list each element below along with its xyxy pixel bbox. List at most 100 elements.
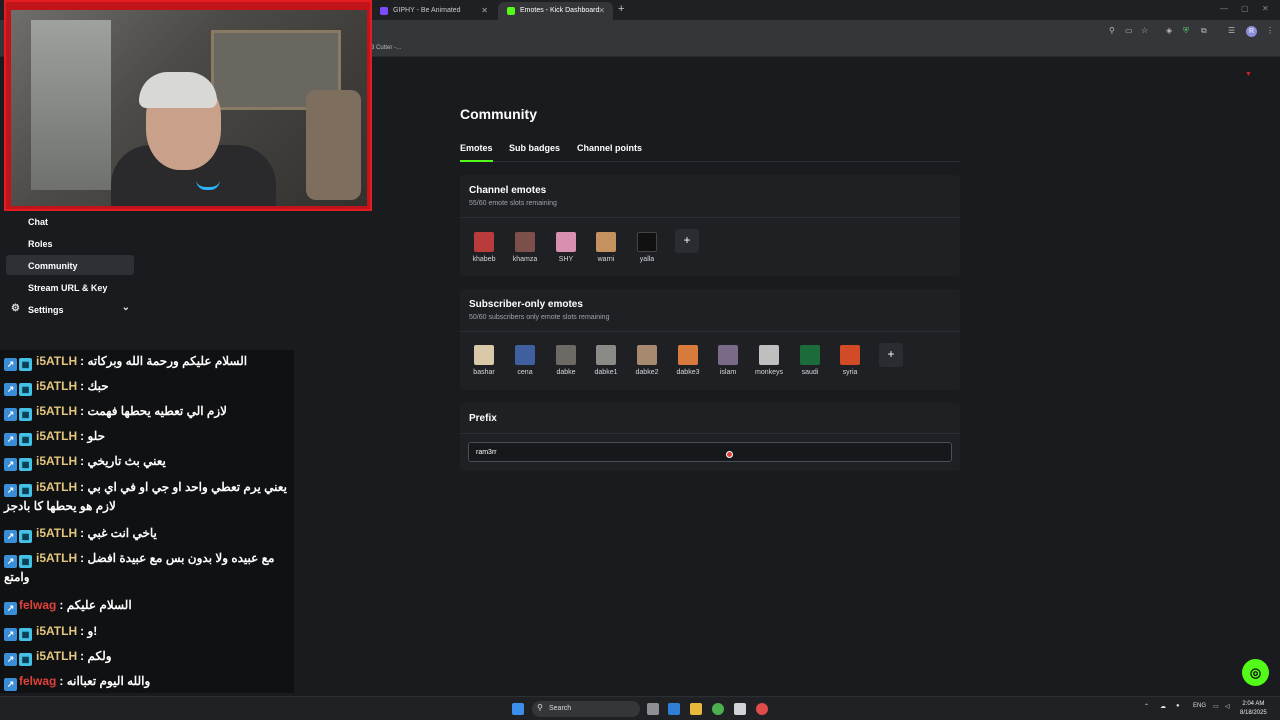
sub-badge-icon: ▦	[19, 653, 32, 666]
emote-dabke2[interactable]: dabke2	[627, 345, 667, 376]
menu-dots-icon[interactable]: ⋮	[1266, 26, 1274, 35]
puzzle-icon[interactable]: ⧉	[1201, 26, 1207, 36]
emote-khamza[interactable]: khamza	[505, 232, 545, 263]
chat-text: : والله اليوم تعباانه	[59, 674, 151, 688]
new-tab-button[interactable]: +	[618, 3, 624, 15]
close-window-icon[interactable]: ✕	[1262, 4, 1269, 13]
chat-username: i5ATLH	[36, 480, 78, 494]
browser-tab-giphy[interactable]: GIPHY - Be Animated ✕	[371, 2, 496, 20]
sidebar-item-roles[interactable]: Roles	[6, 233, 134, 253]
bookmark-star-icon[interactable]: ☆	[1141, 26, 1148, 35]
chat-username: i5ATLH	[36, 624, 78, 638]
store-icon[interactable]	[734, 703, 746, 715]
verified-badge-icon: ↗	[4, 458, 17, 471]
webcam-overlay	[4, 0, 372, 211]
emote-image	[800, 345, 820, 365]
chat-username: i5ATLH	[36, 404, 78, 418]
emote-label: khamza	[512, 256, 538, 263]
cast-icon[interactable]: ▭	[1125, 26, 1133, 35]
tab-channel-points[interactable]: Channel points	[577, 143, 642, 162]
emote-label: SHY	[558, 256, 574, 263]
verified-badge-icon: ↗	[4, 628, 17, 641]
chat-username: i5ATLH	[36, 649, 78, 663]
mouse-cursor	[726, 451, 733, 458]
tab-emotes[interactable]: Emotes	[460, 143, 493, 162]
emote-image	[474, 345, 494, 365]
file-explorer-icon[interactable]	[690, 703, 702, 715]
tray-chevron-icon[interactable]: ⌃	[1144, 703, 1149, 710]
emote-dabke1[interactable]: dabke1	[586, 345, 626, 376]
windows-taskbar: ⚲ Search ⌃ ☁ ● ENG ▭ ◁ 2:04 AM 8/18/2025	[0, 696, 1280, 720]
emote-syria[interactable]: syria	[830, 345, 870, 376]
sidebar-item-community[interactable]: Community	[6, 255, 134, 275]
close-tab-icon[interactable]: ✕	[598, 6, 605, 15]
verified-badge-icon: ↗	[4, 408, 17, 421]
sidebar-item-chat[interactable]: Chat	[6, 211, 134, 231]
sidebar-item-label: Settings	[28, 305, 64, 315]
emote-label: yalla	[639, 256, 655, 263]
emote-cena[interactable]: cena	[505, 345, 545, 376]
add-emote-button[interactable]: +	[675, 229, 699, 253]
verified-badge-icon: ↗	[4, 602, 17, 615]
emote-saudi[interactable]: saudi	[790, 345, 830, 376]
chat-bubble-icon: ◎	[1249, 665, 1262, 680]
close-tab-icon[interactable]: ✕	[481, 6, 488, 15]
emote-shy[interactable]: SHY	[546, 232, 586, 263]
community-tabs: Emotes Sub badges Channel points	[460, 143, 960, 162]
network-icon[interactable]: ▭	[1213, 703, 1219, 710]
verified-badge-icon: ↗	[4, 678, 17, 691]
sidebar-icon[interactable]: ☰	[1228, 26, 1235, 35]
maximize-icon[interactable]: ▢	[1241, 4, 1249, 13]
browser-tab-kick[interactable]: Emotes - Kick Dashboard ✕	[498, 2, 613, 20]
obs-icon[interactable]	[756, 703, 768, 715]
emote-label: khabeb	[472, 256, 496, 263]
emote-monkeys[interactable]: monkeys	[749, 345, 789, 376]
sidebar-item-stream-url[interactable]: Stream URL & Key	[6, 277, 134, 297]
system-clock[interactable]: 2:04 AM 8/18/2025	[1240, 700, 1267, 718]
volume-icon[interactable]: ◁	[1225, 703, 1230, 710]
chat-message: ↗ felwag: السلام عليكم	[4, 596, 292, 615]
emote-yalla[interactable]: yalla	[627, 232, 667, 263]
sidebar-item-label: Chat	[28, 217, 48, 227]
emote-bashar[interactable]: bashar	[464, 345, 504, 376]
sub-emotes-title: Subscriber-only emotes	[469, 299, 583, 310]
extension-icon[interactable]: ◈	[1166, 26, 1172, 35]
tab-sub-badges[interactable]: Sub badges	[509, 143, 560, 162]
emote-warni[interactable]: warni	[586, 232, 626, 263]
bookmark-item[interactable]: 3 Cutter -...	[371, 45, 401, 51]
windows-start-icon[interactable]	[512, 703, 524, 715]
chrome-icon[interactable]	[712, 703, 724, 715]
minimize-icon[interactable]: —	[1220, 4, 1228, 13]
chat-message: ↗ ▦ i5ATLH: يعني بث تاريخي	[4, 452, 292, 471]
clock-date: 8/18/2025	[1240, 710, 1267, 716]
shield-icon[interactable]: ⛨	[1183, 26, 1189, 36]
task-view-icon[interactable]	[647, 703, 659, 715]
chat-text: : ياخي انت غبي	[80, 526, 157, 540]
add-sub-emote-button[interactable]: +	[879, 343, 903, 367]
emote-khabeb[interactable]: khabeb	[464, 232, 504, 263]
copilot-icon[interactable]	[668, 703, 680, 715]
sub-badge-icon: ▦	[19, 433, 32, 446]
emote-image	[596, 232, 616, 252]
tab-label: GIPHY - Be Animated	[393, 7, 461, 14]
chat-username: i5ATLH	[36, 454, 78, 468]
language-indicator[interactable]: ENG	[1193, 703, 1206, 709]
emote-dabke3[interactable]: dabke3	[668, 345, 708, 376]
profile-avatar[interactable]: R	[1246, 26, 1257, 37]
taskbar-search[interactable]: ⚲ Search	[532, 701, 640, 717]
clock-time: 2:04 AM	[1242, 701, 1265, 707]
emote-image	[759, 345, 779, 365]
chat-username: felwag	[19, 598, 57, 612]
emote-dabke[interactable]: dabke	[546, 345, 586, 376]
verified-badge-icon: ↗	[4, 555, 17, 568]
notification-icon[interactable]: ▼	[1245, 71, 1252, 78]
sidebar-item-settings[interactable]: ⚙ Settings ⌄	[6, 299, 134, 319]
sidebar-item-label: Stream URL & Key	[28, 283, 108, 293]
chat-message: ↗ ▦ i5ATLH: لازم الي تعطيه يحطها فهمت	[4, 402, 292, 421]
mic-icon[interactable]: ●	[1176, 703, 1180, 709]
help-chat-button[interactable]: ◎	[1242, 659, 1269, 686]
zoom-icon[interactable]: ⚲	[1109, 26, 1115, 35]
emote-islam[interactable]: islam	[708, 345, 748, 376]
prefix-input[interactable]: ram3rr	[468, 442, 952, 462]
cloud-icon[interactable]: ☁	[1160, 703, 1166, 710]
